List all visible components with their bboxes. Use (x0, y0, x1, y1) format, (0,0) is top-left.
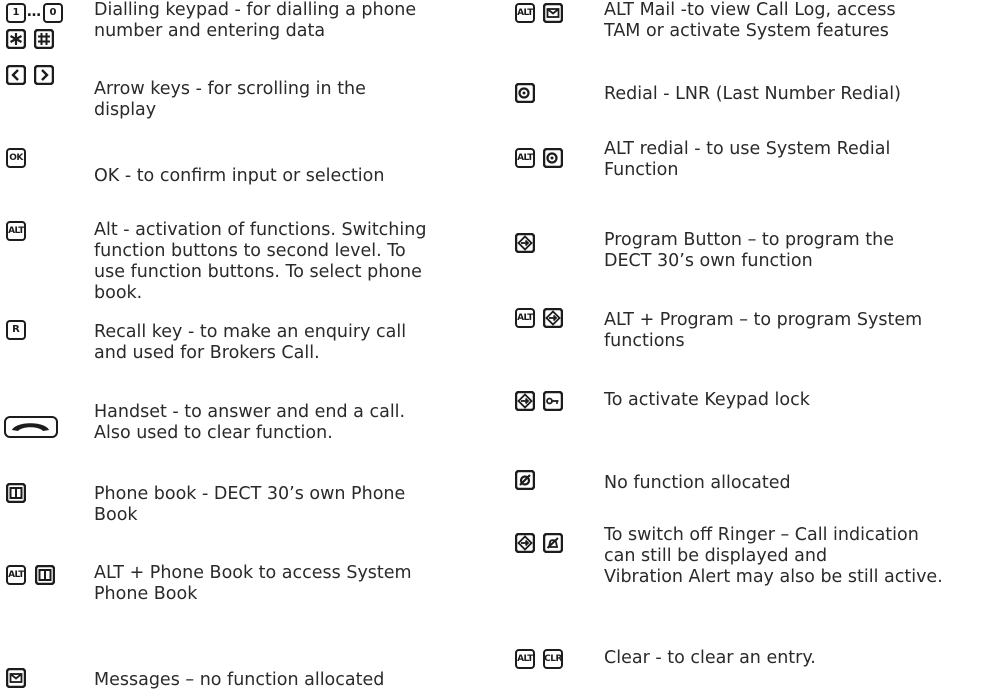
alt-key-icon: ALT (515, 148, 535, 168)
clear-key-icon: CLR (543, 649, 563, 669)
no-function-description: No function allocated (604, 473, 791, 493)
redial-description: Redial - LNR (Last Number Redial) (604, 84, 901, 104)
arrow-left-key-icon (6, 65, 26, 85)
alt-phone-book-description: ALT + Phone Book to access System Phone … (94, 563, 412, 604)
hash-key-icon (34, 29, 54, 49)
alt-key-icon: ALT (515, 3, 535, 23)
redial-key-icon (515, 83, 535, 103)
handset-key-icon (4, 416, 58, 438)
program-key-icon (543, 308, 563, 328)
ellipsis-glyph: … (27, 4, 41, 20)
ringer-off-key-icon (543, 533, 563, 553)
alt-redial-description: ALT redial - to use System Redial Functi… (604, 139, 891, 180)
ringer-off-description: To switch off Ringer – Call indication c… (604, 525, 943, 587)
ok-description: OK - to confirm input or selection (94, 166, 385, 186)
program-key-icon (515, 233, 535, 253)
key-lock-icon (543, 391, 563, 411)
program-key-icon (515, 391, 535, 411)
recall-description: Recall key - to make an enquiry call and… (94, 322, 407, 363)
alt-description: Alt - activation of functions. Switching… (94, 220, 427, 303)
clear-description: Clear - to clear an entry. (604, 648, 816, 668)
phone-book-key-icon (35, 565, 55, 585)
no-function-key-icon (515, 470, 535, 490)
alt-mail-description: ALT Mail -to view Call Log, access TAM o… (604, 0, 896, 41)
alt-key-icon: ALT (515, 308, 535, 328)
ok-key-icon: OK (6, 148, 26, 168)
phone-book-key-icon (6, 483, 26, 503)
arrow-right-key-icon (34, 65, 54, 85)
recall-key-icon: R (6, 320, 26, 340)
envelope-key-icon (543, 3, 563, 23)
envelope-key-icon (6, 668, 26, 688)
alt-key-icon: ALT (6, 221, 26, 241)
star-key-icon (6, 29, 26, 49)
key-0-icon: 0 (43, 3, 63, 23)
program-description: Program Button – to program the DECT 30’… (604, 230, 895, 271)
messages-description: Messages – no function allocated (94, 670, 385, 690)
phone-book-description: Phone book - DECT 30’s own Phone Book (94, 484, 406, 525)
alt-key-icon: ALT (6, 565, 26, 585)
keypad-lock-description: To activate Keypad lock (604, 390, 810, 410)
program-key-icon (515, 533, 535, 553)
alt-program-description: ALT + Program – to program System functi… (604, 310, 923, 351)
key-1-icon: 1 (6, 3, 26, 23)
arrow-keys-description: Arrow keys - for scrolling in the displa… (94, 79, 366, 120)
redial-key-icon (543, 148, 563, 168)
alt-key-icon: ALT (515, 649, 535, 669)
handset-description: Handset - to answer and end a call. Also… (94, 402, 406, 443)
dialling-keypad-description: Dialling keypad - for dialling a phone n… (94, 0, 417, 41)
